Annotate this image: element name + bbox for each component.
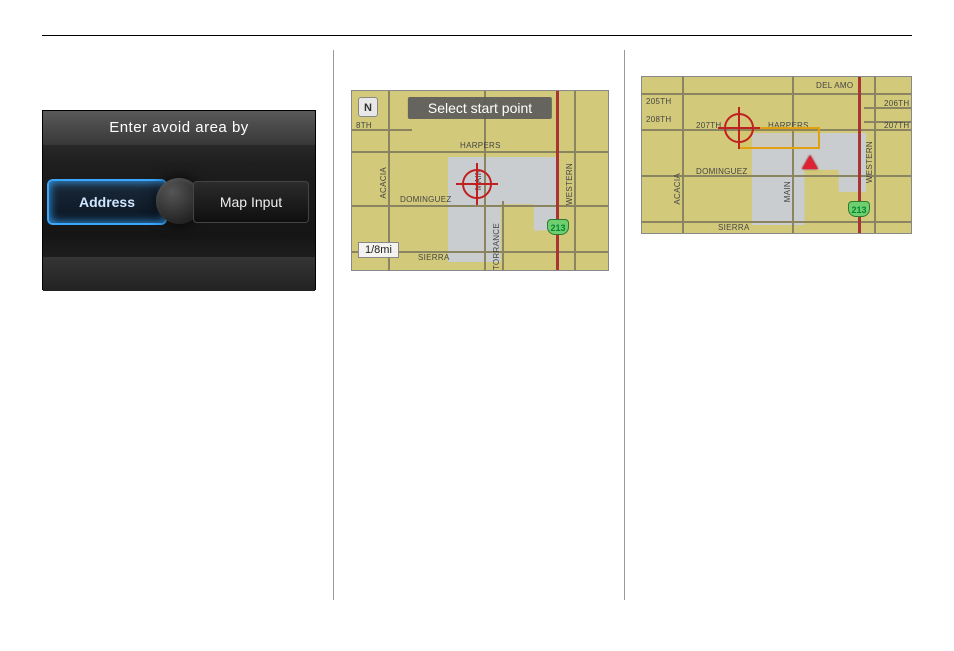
north-indicator-icon[interactable]: N xyxy=(358,97,378,117)
crosshair-cursor-icon[interactable] xyxy=(724,113,754,143)
highway xyxy=(556,91,559,270)
road-label-harpers: HARPERS xyxy=(460,141,501,150)
crosshair-cursor-icon[interactable] xyxy=(462,169,492,199)
road-label-dominguez: DOMINGUEZ xyxy=(696,167,748,176)
highway-shield-icon: 213 xyxy=(848,201,870,217)
road-label-sierra: SIERRA xyxy=(418,253,450,262)
road-label-207th-r: 207TH xyxy=(884,121,910,130)
menu-title: Enter avoid area by xyxy=(43,111,315,145)
road xyxy=(874,77,876,233)
road-label-western: WESTERN xyxy=(865,141,874,183)
highway-shield-icon: 213 xyxy=(547,219,569,235)
road xyxy=(574,91,576,270)
road-label-sierra: SIERRA xyxy=(718,223,750,232)
menu-footer-bar xyxy=(43,257,315,291)
map-header: Select start point xyxy=(408,97,552,119)
road xyxy=(502,201,504,270)
road-label-torrance: TORRANCE xyxy=(492,223,501,270)
page-top-rule xyxy=(42,35,912,36)
option-map-input-button[interactable]: Map Input xyxy=(193,181,309,223)
scale-indicator[interactable]: 1/8mi xyxy=(358,242,399,258)
road-label-8th: 8TH xyxy=(356,121,372,130)
menu-body: Address Map Input xyxy=(43,145,315,257)
map-define-avoid-area[interactable]: DEL AMO 205TH 206TH 208TH 207TH 207TH HA… xyxy=(641,76,912,234)
road-label-205th: 205TH xyxy=(646,97,672,106)
road-label-208th: 208TH xyxy=(646,115,672,124)
vehicle-position-icon xyxy=(802,155,818,169)
column-separator-2 xyxy=(624,50,625,600)
map-select-start-point[interactable]: HARPERS DOMINGUEZ SIERRA 8TH MAIN ACACIA… xyxy=(351,90,609,271)
road xyxy=(352,205,608,207)
road xyxy=(682,77,684,233)
road-label-del-amo: DEL AMO xyxy=(816,81,853,90)
road-label-acacia: ACACIA xyxy=(673,173,682,205)
avoid-area-menu: Enter avoid area by Address Map Input xyxy=(42,110,316,290)
road xyxy=(352,151,608,153)
road-label-dominguez: DOMINGUEZ xyxy=(400,195,452,204)
road-label-main: MAIN xyxy=(783,181,792,202)
road-label-206th: 206TH xyxy=(884,99,910,108)
road xyxy=(792,77,794,233)
road-label-western: WESTERN xyxy=(565,163,574,205)
column-separator-1 xyxy=(333,50,334,600)
road-label-acacia: ACACIA xyxy=(379,167,388,199)
option-address-button[interactable]: Address xyxy=(49,181,165,223)
